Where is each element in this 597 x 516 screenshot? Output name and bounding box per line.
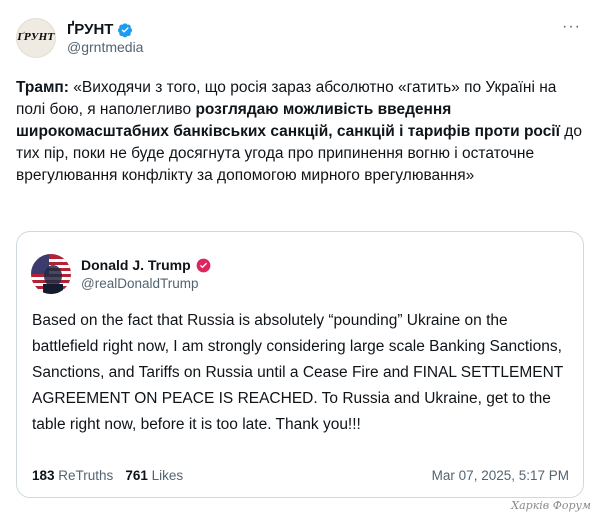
verified-badge-icon: [196, 258, 211, 272]
tweet-header: ҐРУНТ ҐРУНТ @grntmedia ···: [16, 14, 581, 62]
quote-name-row: Donald J. Trump: [81, 257, 211, 273]
retruths-count: 183: [32, 468, 55, 483]
quote-header: Donald J. Trump @realDonaldTrump: [31, 254, 211, 294]
tweet-text: Трамп: «Виходячи з того, що росія зараз …: [16, 77, 584, 187]
watermark: Харків Форум: [511, 499, 591, 512]
quote-footer: 183 ReTruths 761 Likes Mar 07, 2025, 5:1…: [32, 468, 569, 483]
flag-portrait-icon: [31, 254, 71, 294]
likes-stat[interactable]: 761 Likes: [125, 468, 183, 483]
retruths-label: ReTruths: [58, 468, 114, 483]
verified-badge-icon: [118, 22, 133, 37]
author-avatar[interactable]: ҐРУНТ: [16, 18, 56, 58]
likes-label: Likes: [151, 468, 184, 483]
quote-names: Donald J. Trump @realDonaldTrump: [81, 257, 211, 291]
quote-handle[interactable]: @realDonaldTrump: [81, 276, 211, 291]
author-handle[interactable]: @grntmedia: [67, 39, 143, 55]
author-names: ҐРУНТ @grntmedia: [67, 21, 143, 55]
logo-icon: ҐРУНТ: [17, 33, 55, 43]
quote-text: Based on the fact that Russia is absolut…: [32, 312, 563, 433]
retruths-stat[interactable]: 183 ReTruths: [32, 468, 113, 483]
author-name-row: ҐРУНТ: [67, 21, 143, 38]
more-options-icon[interactable]: ···: [562, 18, 581, 36]
quote-avatar: [31, 254, 71, 294]
quote-timestamp[interactable]: Mar 07, 2025, 5:17 PM: [432, 468, 569, 483]
author-display-name[interactable]: ҐРУНТ: [67, 21, 113, 38]
tweet-text-bold-segment: Трамп:: [16, 79, 69, 96]
likes-count: 761: [125, 468, 148, 483]
quoted-post-card[interactable]: Donald J. Trump @realDonaldTrump Based o…: [16, 231, 584, 498]
quote-display-name[interactable]: Donald J. Trump: [81, 257, 191, 273]
